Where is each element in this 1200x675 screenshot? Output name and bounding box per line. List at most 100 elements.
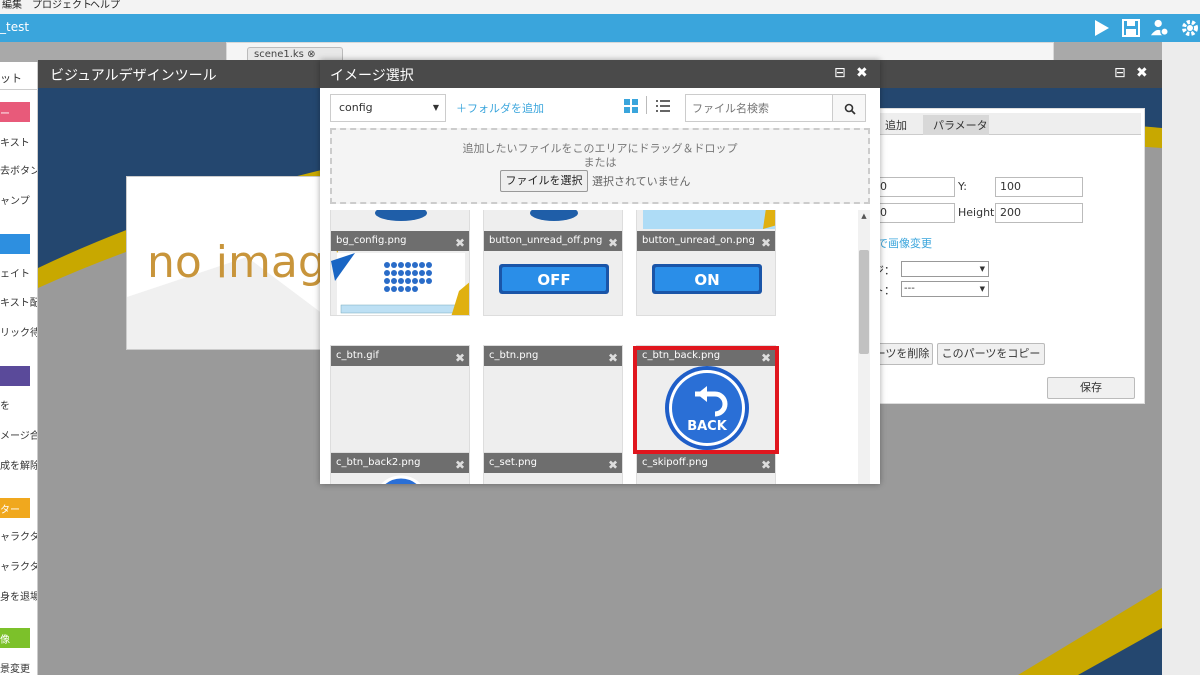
tile-thumbnail <box>331 210 469 315</box>
vdt-title: ビジュアルデザインツール <box>50 68 217 84</box>
close-icon[interactable]: ✖ <box>856 66 868 80</box>
width-field[interactable]: 0 <box>875 203 955 223</box>
tile-label-bar: c_skipoff.png ✖ <box>637 453 775 475</box>
scroll-thumb[interactable] <box>859 250 869 354</box>
option-select[interactable]: --- <box>901 281 989 297</box>
palette-item[interactable]: 去ボタン <box>0 162 37 177</box>
menu-bar: 編集 プロジェクト ヘルプ <box>0 0 1200 14</box>
palette-item[interactable]: を <box>0 397 10 412</box>
palette-section-header[interactable] <box>0 366 30 386</box>
tile-label-bar: bg_config.png ✖ <box>331 231 469 253</box>
palette-item[interactable]: ャラクター <box>0 558 37 573</box>
image-tile[interactable]: c_set.png ✖ <box>483 452 623 484</box>
selection-highlight <box>633 346 779 454</box>
delete-icon[interactable]: ✖ <box>608 348 618 368</box>
palette-tab[interactable]: ット <box>0 62 37 90</box>
palette-section-header[interactable]: ター <box>0 498 30 518</box>
view-separator <box>646 96 647 114</box>
folder-select[interactable]: config ▼ <box>330 94 446 122</box>
palette-item[interactable]: キスト配置 <box>0 294 37 309</box>
image-tile[interactable]: c_skipoff.png ✖ <box>636 452 776 484</box>
image-tile[interactable]: bg_config.png ✖ <box>330 210 470 316</box>
search-input[interactable] <box>685 94 833 122</box>
tile-label-bar: button_unread_off.png ✖ <box>484 231 622 253</box>
scroll-up-icon[interactable]: ▲ <box>858 212 870 220</box>
play-icon[interactable] <box>1091 18 1111 38</box>
delete-icon[interactable]: ✖ <box>455 233 465 253</box>
palette-item[interactable]: 景変更 <box>0 660 30 675</box>
drop-or-text: または <box>583 156 617 169</box>
height-label: Height: <box>958 206 999 219</box>
add-folder-link[interactable]: ＋フォルダを追加 <box>456 100 544 116</box>
list-view-icon[interactable] <box>656 99 670 113</box>
choose-file-button[interactable]: ファイルを選択 <box>500 170 588 192</box>
image-tile[interactable]: c_btn_back2.png ✖ <box>330 452 470 484</box>
delete-icon[interactable]: ✖ <box>761 455 771 475</box>
save-icon[interactable] <box>1121 18 1141 38</box>
palette-item[interactable]: 成を解除 <box>0 457 37 472</box>
tile-label-bar: button_unread_on.png ✖ <box>637 231 775 253</box>
delete-icon[interactable]: ✖ <box>608 455 618 475</box>
y-field[interactable]: 100 <box>995 177 1083 197</box>
grid-view-icon[interactable] <box>624 99 638 113</box>
tile-label-bar: c_btn.png ✖ <box>484 346 622 368</box>
image-select-dialog: イメージ選択 ⊟ ✖ config ▼ ＋フォルダを追加 追加したいファイルをこ… <box>320 60 880 484</box>
image-tile[interactable]: ON button_unread_on.png ✖ <box>636 210 776 316</box>
title-bar: _test <box>0 14 1200 42</box>
tile-thumbnail: ON <box>643 210 775 294</box>
right-strip <box>1162 42 1200 675</box>
tab-add[interactable]: 追加 <box>885 117 907 133</box>
palette-section-header[interactable]: 像 <box>0 628 30 648</box>
tile-label-bar: c_btn.gif ✖ <box>331 346 469 368</box>
menu-help[interactable]: ヘルプ <box>90 0 120 12</box>
close-icon[interactable]: ✖ <box>1136 66 1148 80</box>
palette-section-header[interactable] <box>0 234 30 254</box>
x-field[interactable]: 0 <box>875 177 955 197</box>
project-name: _test <box>0 20 30 34</box>
delete-icon[interactable]: ✖ <box>455 348 465 368</box>
no-image-text: no image <box>147 237 326 288</box>
props-tabs: 追加 パラメータ <box>877 113 1141 135</box>
tab-parameters[interactable]: パラメータ <box>923 115 989 135</box>
delete-icon[interactable]: ✖ <box>608 233 618 253</box>
search-icon <box>844 103 856 115</box>
image-tile[interactable]: OFF button_unread_off.png ✖ <box>483 210 623 316</box>
menu-edit[interactable]: 編集 <box>2 0 22 12</box>
minimize-icon[interactable]: ⊟ <box>834 66 846 80</box>
tile-thumbnail <box>381 475 421 484</box>
palette-section-header[interactable]: ー <box>0 102 30 122</box>
search-button[interactable] <box>832 94 866 122</box>
minimize-icon[interactable]: ⊟ <box>1114 66 1126 80</box>
delete-icon[interactable]: ✖ <box>761 233 771 253</box>
palette-item[interactable]: ャンプ <box>0 192 30 207</box>
image-select[interactable] <box>901 261 989 277</box>
image-tile[interactable]: c_btn.png ✖ <box>483 345 623 453</box>
image-tile[interactable]: c_btn.gif ✖ <box>330 345 470 453</box>
chevron-down-icon: ▼ <box>432 103 439 112</box>
tile-label-bar: c_set.png ✖ <box>484 453 622 475</box>
change-image-link[interactable]: で画像変更 <box>877 235 932 251</box>
tile-thumbnail: OFF <box>499 210 609 294</box>
delete-part-button[interactable]: ーツを削除 <box>871 343 933 365</box>
no-file-selected-text: 選択されていません <box>592 175 691 188</box>
palette-item[interactable]: ャラクター <box>0 528 37 543</box>
palette-item[interactable]: キスト <box>0 134 30 149</box>
dialog-header: イメージ選択 ⊟ ✖ <box>320 60 880 88</box>
file-drop-zone[interactable]: 追加したいファイルをこのエリアにドラッグ＆ドロップ または ファイルを選択 選択… <box>330 128 870 204</box>
off-label: OFF <box>537 271 570 289</box>
users-gear-icon[interactable] <box>1150 18 1170 38</box>
delete-icon[interactable]: ✖ <box>455 455 465 475</box>
palette-item[interactable]: リック待ち <box>0 324 37 339</box>
copy-part-button[interactable]: このパーツをコピー <box>937 343 1045 365</box>
menu-project[interactable]: プロジェクト <box>32 0 92 12</box>
height-field[interactable]: 200 <box>995 203 1083 223</box>
tile-scrollbar[interactable]: ▲ <box>858 210 870 484</box>
palette-item[interactable]: ェイト <box>0 265 30 280</box>
palette-item[interactable]: メージ合成 <box>0 427 37 442</box>
component-palette: ット ー キスト 去ボタン ャンプ ェイト キスト配置 リック待ち を メージ合… <box>0 62 38 675</box>
no-image-placeholder[interactable]: no image <box>126 176 326 350</box>
palette-item[interactable]: 身を退場 <box>0 588 37 603</box>
save-button[interactable]: 保存 <box>1047 377 1135 399</box>
gear-icon[interactable] <box>1180 18 1200 38</box>
on-label: ON <box>694 271 719 289</box>
